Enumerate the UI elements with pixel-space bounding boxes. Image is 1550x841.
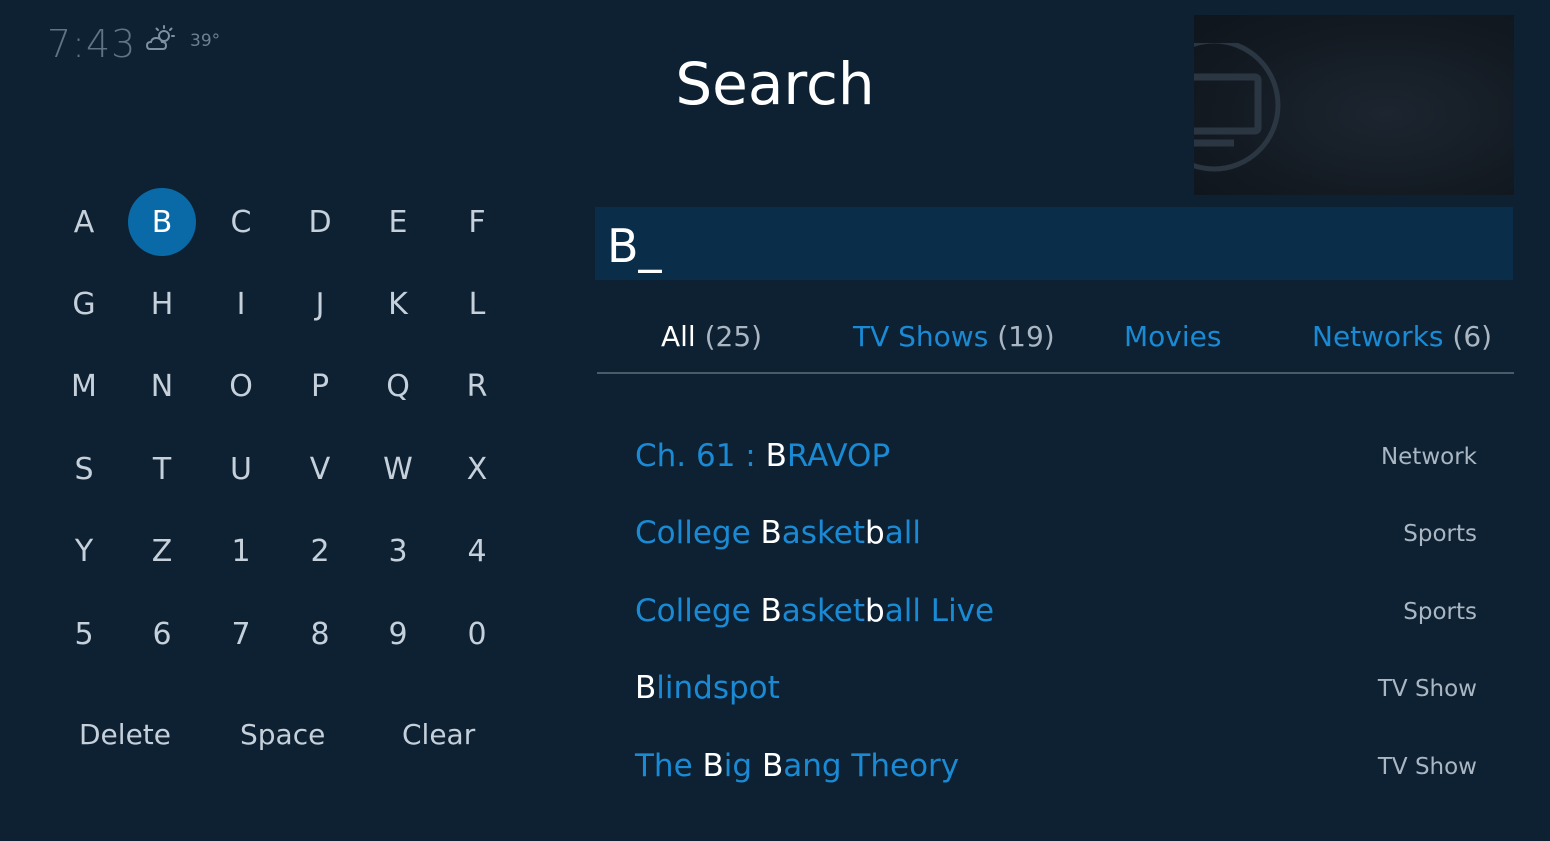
match-highlight: b (865, 593, 885, 629)
tab-label: Networks (1312, 320, 1444, 353)
result-title-text: ang Theory (783, 748, 960, 784)
key-c[interactable]: C (207, 188, 275, 256)
key-n[interactable]: N (128, 352, 196, 420)
tab-label: Movies (1124, 320, 1222, 353)
key-7[interactable]: 7 (207, 600, 275, 668)
key-9[interactable]: 9 (364, 600, 432, 668)
key-s[interactable]: S (50, 435, 118, 503)
key-b[interactable]: B (128, 188, 196, 256)
tab-movies[interactable]: Movies (1124, 320, 1221, 353)
match-highlight: B (760, 515, 782, 551)
key-y[interactable]: Y (50, 517, 118, 585)
result-title: Ch. 61 : BRAVOP (635, 438, 890, 474)
video-preview (1194, 15, 1514, 195)
key-h[interactable]: H (128, 270, 196, 338)
match-highlight: B (760, 593, 782, 629)
key-e[interactable]: E (364, 188, 432, 256)
result-title-text: ig (723, 748, 762, 784)
tab-networks[interactable]: Networks (6) (1312, 320, 1492, 353)
key-8[interactable]: 8 (286, 600, 354, 668)
tab-label: All (661, 320, 696, 353)
result-title-text: asket (781, 515, 866, 551)
match-highlight: B (761, 748, 784, 784)
key-2[interactable]: 2 (286, 517, 354, 585)
key-1[interactable]: 1 (207, 517, 275, 585)
key-4[interactable]: 4 (443, 517, 511, 585)
result-title: Blindspot (635, 670, 780, 706)
result-title-text: lindspot (656, 670, 780, 706)
match-highlight: B (765, 438, 787, 474)
space-button[interactable]: Space (240, 718, 325, 751)
clear-button[interactable]: Clear (402, 718, 475, 751)
key-i[interactable]: I (207, 270, 275, 338)
result-type: TV Show (1377, 754, 1477, 780)
result-title: The Big Bang Theory (635, 748, 959, 784)
result-title-text: The (635, 748, 703, 784)
key-f[interactable]: F (443, 188, 511, 256)
tab-count: (19) (997, 320, 1055, 353)
tab-tv-shows[interactable]: TV Shows (19) (853, 320, 1055, 353)
result-type: Network (1380, 444, 1477, 470)
key-6[interactable]: 6 (128, 600, 196, 668)
result-type: Sports (1403, 521, 1477, 547)
tab-count: (6) (1452, 320, 1493, 353)
key-t[interactable]: T (128, 435, 196, 503)
match-highlight: B (702, 748, 724, 784)
result-type: Sports (1403, 599, 1477, 625)
partly-cloudy-icon (145, 25, 178, 53)
result-title-text: College (635, 515, 761, 551)
result-row[interactable]: Blindspot TV Show (635, 670, 1477, 710)
result-row[interactable]: Ch. 61 : BRAVOP Network (635, 438, 1477, 478)
key-0[interactable]: 0 (443, 600, 511, 668)
category-tabs: All (25) TV Shows (19) Movies Networks (6) (597, 320, 1514, 374)
key-l[interactable]: L (443, 270, 511, 338)
match-highlight: b (865, 515, 885, 551)
key-3[interactable]: 3 (364, 517, 432, 585)
key-m[interactable]: M (50, 352, 118, 420)
key-o[interactable]: O (207, 352, 275, 420)
key-q[interactable]: Q (364, 352, 432, 420)
result-title-text: Ch. 61 : (635, 438, 766, 474)
tab-count: (25) (704, 320, 763, 353)
tab-all[interactable]: All (25) (661, 320, 762, 353)
delete-button[interactable]: Delete (79, 718, 171, 751)
match-highlight: B (635, 670, 657, 706)
result-title-text: RAVOP (786, 438, 891, 474)
key-5[interactable]: 5 (50, 600, 118, 668)
temperature: 39° (190, 31, 221, 51)
key-j[interactable]: J (286, 270, 354, 338)
result-title-text: asket (781, 593, 866, 629)
key-x[interactable]: X (443, 435, 511, 503)
result-row[interactable]: College Basketball Live Sports (635, 593, 1477, 633)
result-title: College Basketball (635, 515, 921, 551)
key-d[interactable]: D (286, 188, 354, 256)
result-title-text: College (635, 593, 761, 629)
key-p[interactable]: P (286, 352, 354, 420)
key-v[interactable]: V (286, 435, 354, 503)
result-title-text: all Live (884, 593, 995, 629)
key-u[interactable]: U (207, 435, 275, 503)
key-r[interactable]: R (443, 352, 511, 420)
search-input[interactable]: B_ (595, 207, 1513, 280)
result-title: College Basketball Live (635, 593, 994, 629)
key-z[interactable]: Z (128, 517, 196, 585)
key-w[interactable]: W (364, 435, 432, 503)
result-title-text: all (884, 515, 921, 551)
result-row[interactable]: College Basketball Sports (635, 515, 1477, 555)
key-g[interactable]: G (50, 270, 118, 338)
tab-label: TV Shows (853, 320, 989, 353)
search-query: B_ (607, 219, 662, 273)
key-a[interactable]: A (50, 188, 118, 256)
result-row[interactable]: The Big Bang Theory TV Show (635, 748, 1477, 788)
tv-icon (1194, 43, 1281, 172)
result-type: TV Show (1377, 676, 1477, 702)
key-k[interactable]: K (364, 270, 432, 338)
